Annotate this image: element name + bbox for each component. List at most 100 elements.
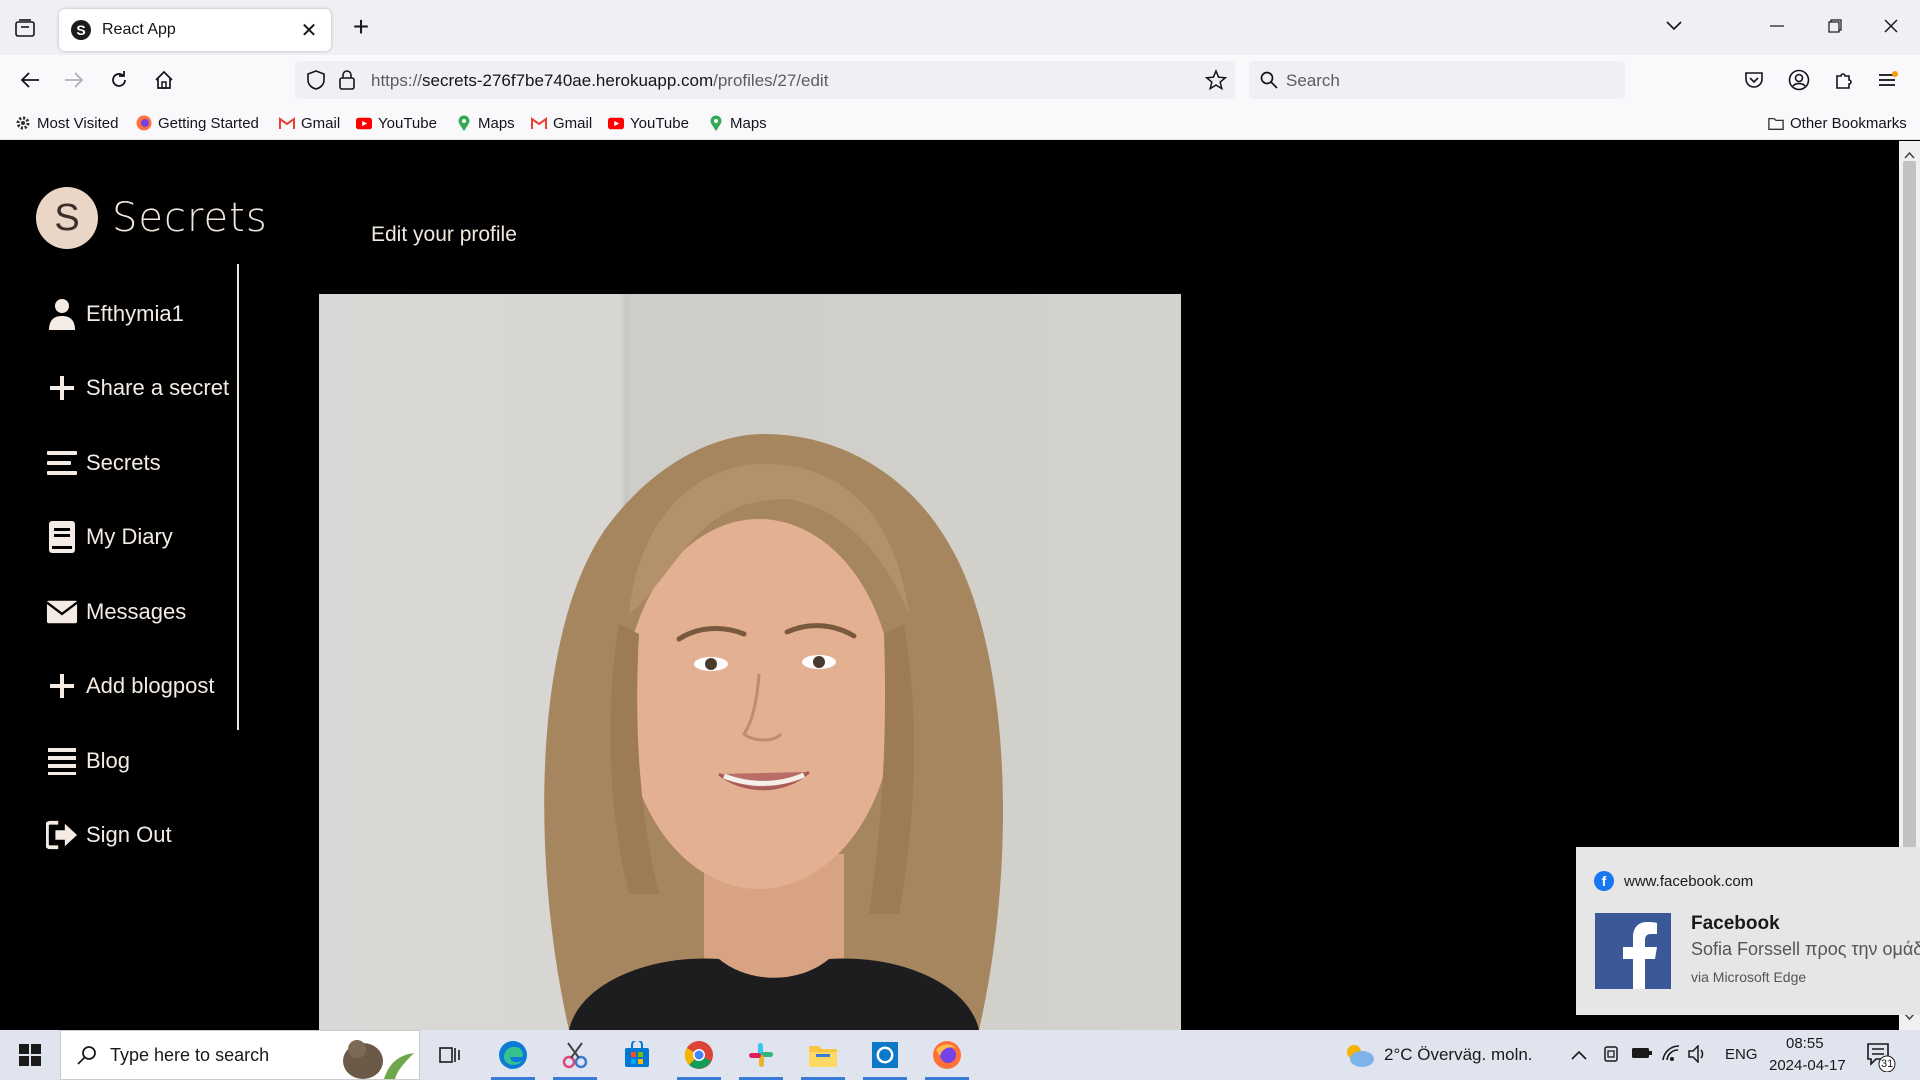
taskbar-search-input[interactable]: Type here to search xyxy=(60,1030,420,1080)
bookmark-most-visited[interactable]: Most Visited xyxy=(15,112,118,134)
other-bookmarks-label: Other Bookmarks xyxy=(1790,114,1907,132)
firefox-taskbar-icon[interactable] xyxy=(917,1030,977,1080)
clock-time[interactable]: 08:55 xyxy=(1786,1035,1824,1052)
logo-circle: S xyxy=(36,187,98,249)
minimize-button[interactable] xyxy=(1754,8,1800,44)
app-menu-icon[interactable] xyxy=(1872,64,1904,96)
sidebar-item-label: Sign Out xyxy=(86,822,172,847)
tab-favicon: S xyxy=(71,20,91,40)
pocket-icon[interactable] xyxy=(1738,64,1770,96)
logo-text: Secrets xyxy=(112,195,268,241)
weather-cloud-icon[interactable] xyxy=(1343,1042,1375,1073)
home-icon[interactable] xyxy=(148,64,180,96)
sidebar-item-my-diary[interactable]: My Diary xyxy=(46,517,173,557)
reload-icon[interactable] xyxy=(103,64,135,96)
sidebar-item-messages[interactable]: Messages xyxy=(46,592,186,632)
edge-icon[interactable] xyxy=(483,1030,543,1080)
close-tab-icon[interactable]: ✕ xyxy=(297,18,321,42)
shield-icon[interactable] xyxy=(307,70,325,95)
chrome-icon[interactable] xyxy=(669,1030,729,1080)
facebook-notification[interactable]: f www.facebook.com Facebook Sofia Forsse… xyxy=(1576,847,1920,1015)
bookmark-maps[interactable]: Maps xyxy=(456,112,515,134)
menu-icon xyxy=(46,447,78,479)
sidebar-item-sign-out[interactable]: Sign Out xyxy=(46,815,172,855)
bookmarks-toolbar: Most Visited Getting Started Gmail YouTu… xyxy=(0,105,1920,140)
sidebar-item-label: Share a secret xyxy=(86,375,230,400)
user-icon xyxy=(46,298,78,330)
sidebar-item-label: Secrets xyxy=(86,450,161,475)
youtube-icon xyxy=(608,115,624,131)
taskbar-search-placeholder: Type here to search xyxy=(110,1045,270,1065)
remote-app-icon[interactable] xyxy=(855,1030,915,1080)
bookmark-gmail-2[interactable]: Gmail xyxy=(531,112,592,134)
search-input[interactable]: Search xyxy=(1286,71,1340,91)
windows-start-icon[interactable] xyxy=(0,1030,60,1080)
weather-text[interactable]: 2°C Överväg. moln. xyxy=(1384,1045,1533,1065)
snipping-tool-icon[interactable] xyxy=(545,1030,605,1080)
battery-icon[interactable] xyxy=(1631,1046,1653,1065)
lock-icon[interactable] xyxy=(339,70,355,95)
gmail-icon xyxy=(279,115,295,131)
bookmark-getting-started[interactable]: Getting Started xyxy=(136,112,259,134)
microsoft-store-icon[interactable] xyxy=(607,1030,667,1080)
portrait-image xyxy=(544,434,1003,1030)
windows-taskbar: Type here to search 2°C Överväg. moln. E… xyxy=(0,1030,1920,1080)
folder-icon xyxy=(1768,115,1784,131)
url-host: secrets-276f7be740ae.herokuapp.com xyxy=(422,71,714,90)
url-prefix: https:// xyxy=(371,71,423,90)
bookmark-label: Gmail xyxy=(301,114,341,132)
bookmark-label: YouTube xyxy=(378,114,437,132)
maps-icon xyxy=(708,115,724,131)
sidebar-item-label: Messages xyxy=(86,599,187,624)
sidebar-item-secrets[interactable]: Secrets xyxy=(46,443,161,483)
tab-bar: S React App ✕ + xyxy=(0,0,1920,55)
sidebar-item-label: Add blogpost xyxy=(86,673,215,698)
bookmark-label: Getting Started xyxy=(158,114,259,132)
restore-button[interactable] xyxy=(1812,8,1858,44)
sidebar-item-add-blogpost[interactable]: Add blogpost xyxy=(46,666,214,706)
wifi-icon[interactable] xyxy=(1661,1044,1681,1067)
notification-title: Facebook xyxy=(1691,913,1780,934)
account-icon[interactable] xyxy=(1783,64,1815,96)
extensions-icon[interactable] xyxy=(1828,64,1860,96)
sidebar-item-share-secret[interactable]: Share a secret xyxy=(46,368,229,408)
notification-body: Sofia Forssell προς την ομάδ xyxy=(1691,939,1920,959)
bookmark-gmail[interactable]: Gmail xyxy=(279,112,340,134)
slack-icon[interactable] xyxy=(731,1030,791,1080)
bookmark-maps-2[interactable]: Maps xyxy=(708,112,767,134)
app-logo[interactable]: S Secrets xyxy=(36,187,268,249)
url-bar[interactable]: https://secrets-276f7be740ae.herokuapp.c… xyxy=(295,61,1235,99)
page-title: Edit your profile xyxy=(371,223,517,246)
sidebar-item-profile[interactable]: Efthymia1 xyxy=(46,294,184,334)
task-view-icon[interactable] xyxy=(420,1030,480,1080)
star-bookmark-icon[interactable] xyxy=(1204,69,1228,96)
back-arrow-icon[interactable] xyxy=(14,64,46,96)
sidebar-item-label: Efthymia1 xyxy=(86,301,184,326)
profile-photo[interactable] xyxy=(319,294,1181,1030)
tab-list-icon[interactable] xyxy=(10,14,40,42)
file-explorer-icon[interactable] xyxy=(793,1030,853,1080)
language-indicator[interactable]: ENG xyxy=(1725,1046,1758,1063)
sidebar-divider xyxy=(237,264,239,730)
browser-tab[interactable]: S React App ✕ xyxy=(59,9,331,51)
clock-date[interactable]: 2024-04-17 xyxy=(1769,1057,1846,1074)
chevron-up-icon[interactable] xyxy=(1571,1047,1587,1065)
sidebar-item-blog[interactable]: Blog xyxy=(46,741,130,781)
new-tab-button[interactable]: + xyxy=(346,11,376,42)
notification-via: via Microsoft Edge xyxy=(1691,969,1807,985)
meet-now-icon[interactable] xyxy=(1603,1044,1621,1069)
facebook-logo-icon xyxy=(1595,913,1671,989)
bookmark-youtube[interactable]: YouTube xyxy=(356,112,437,134)
url-text[interactable]: https://secrets-276f7be740ae.herokuapp.c… xyxy=(371,71,828,91)
notification-source: f www.facebook.com xyxy=(1594,871,1753,891)
sign-out-icon xyxy=(46,819,78,851)
firefox-icon xyxy=(136,115,152,131)
bookmark-youtube-2[interactable]: YouTube xyxy=(608,112,689,134)
search-bar[interactable]: Search xyxy=(1249,61,1625,99)
bookmark-label: Maps xyxy=(730,114,767,132)
close-window-button[interactable] xyxy=(1868,8,1914,44)
other-bookmarks[interactable]: Other Bookmarks xyxy=(1768,112,1907,134)
forward-arrow-icon[interactable] xyxy=(58,64,90,96)
chevron-down-icon[interactable] xyxy=(1651,8,1697,44)
volume-icon[interactable] xyxy=(1688,1044,1708,1068)
